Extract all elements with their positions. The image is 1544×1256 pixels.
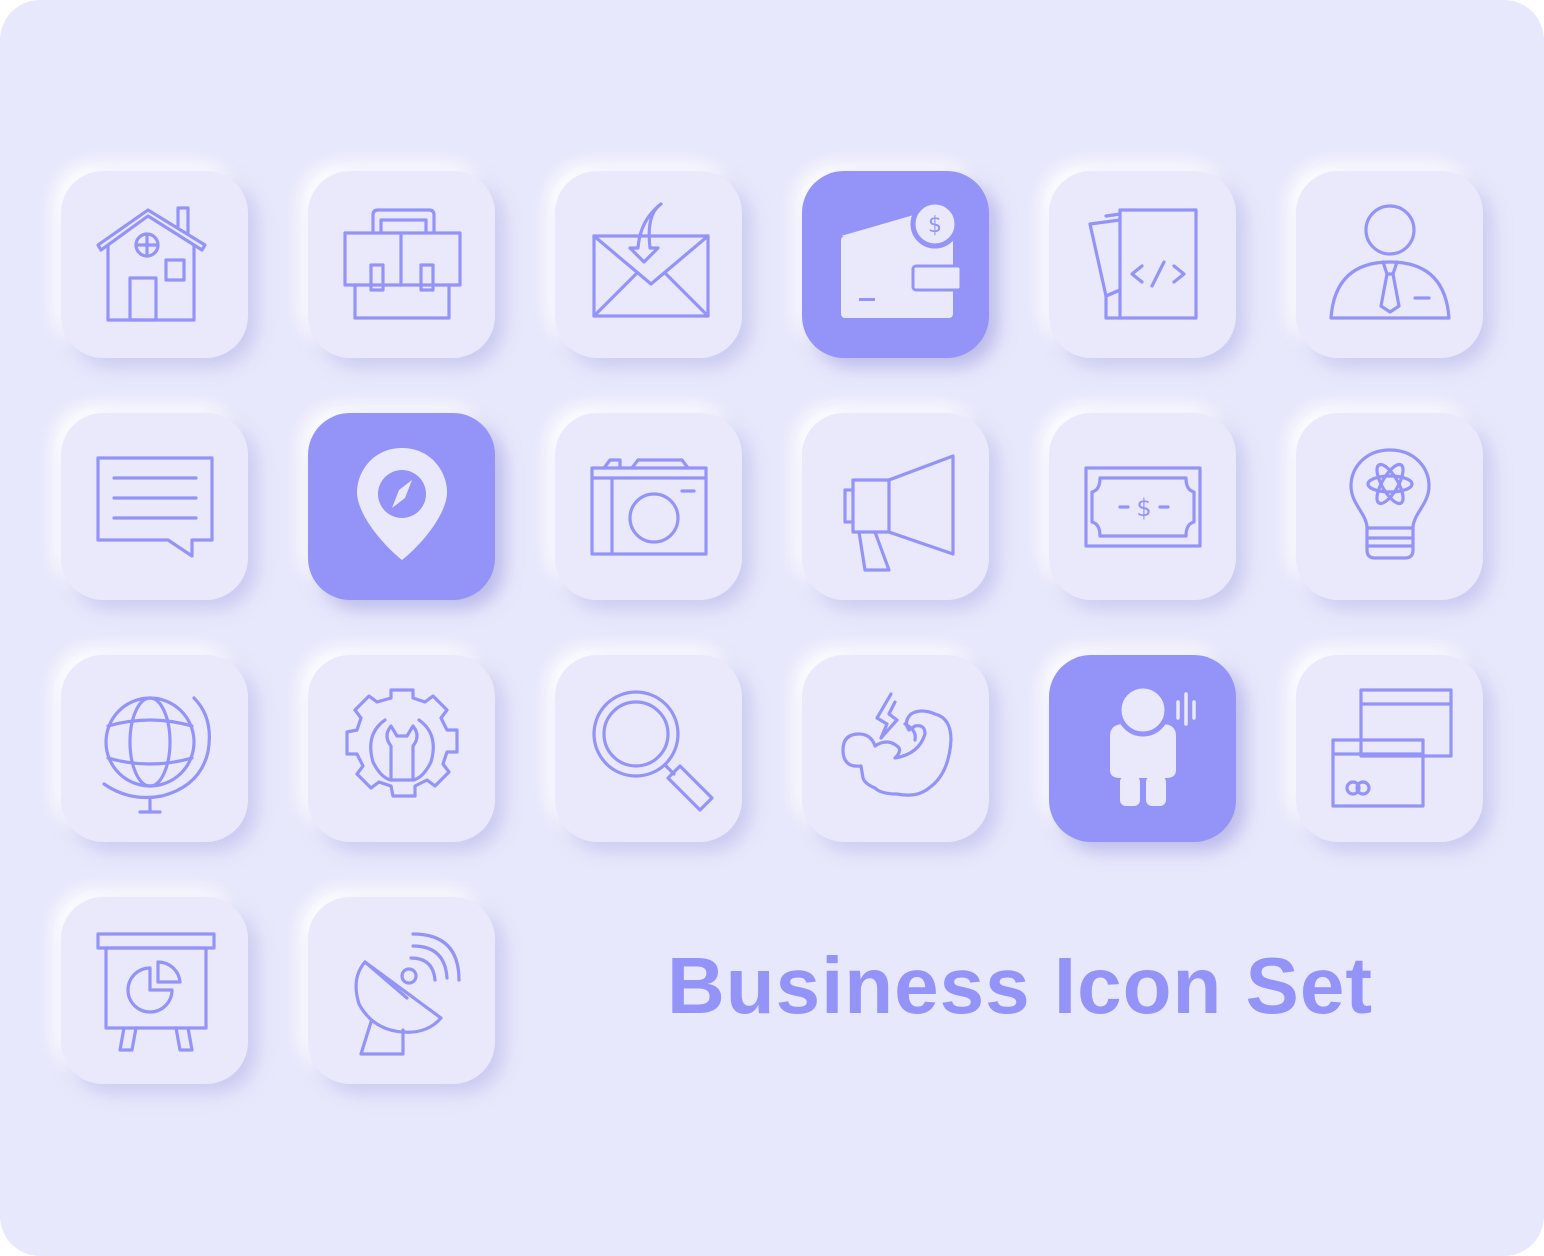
house-icon	[95, 205, 207, 322]
strength-arm-icon	[840, 691, 953, 797]
tile-presentation-board[interactable]	[61, 897, 248, 1084]
tile-chat[interactable]	[61, 413, 248, 600]
tile-globe[interactable]	[61, 655, 248, 842]
location-compass-pin-icon	[356, 447, 447, 560]
tile-briefcase[interactable]	[308, 171, 495, 358]
credit-cards-icon	[1330, 687, 1453, 808]
chat-message-icon	[95, 455, 214, 558]
tile-wallet[interactable]: $	[802, 171, 989, 358]
speaking-person-icon	[1109, 683, 1196, 806]
incoming-mail-icon	[591, 201, 710, 318]
briefcase-icon	[342, 207, 462, 320]
tile-camera[interactable]	[555, 413, 742, 600]
tile-speaking-person[interactable]	[1049, 655, 1236, 842]
tile-magnifier[interactable]	[555, 655, 742, 842]
camera-icon	[589, 457, 708, 556]
code-document-icon	[1087, 207, 1198, 320]
globe-icon	[101, 695, 211, 814]
gear-wrench-icon	[344, 687, 459, 798]
tile-banknote[interactable]: $	[1049, 413, 1236, 600]
tile-location-compass[interactable]	[308, 413, 495, 600]
presentation-board-icon	[95, 931, 216, 1052]
icon-set-panel: $ $ Business Icon Set	[0, 0, 1544, 1256]
tile-incoming-mail[interactable]	[555, 171, 742, 358]
businessman-icon	[1328, 203, 1451, 320]
svg-text:$: $	[1136, 494, 1151, 522]
tile-credit-cards[interactable]	[1296, 655, 1483, 842]
idea-bulb-atom-icon	[1348, 447, 1431, 560]
tile-strength-arm[interactable]	[802, 655, 989, 842]
tile-satellite-dish[interactable]	[308, 897, 495, 1084]
tile-businessman[interactable]	[1296, 171, 1483, 358]
tile-code-document[interactable]	[1049, 171, 1236, 358]
tile-house[interactable]	[61, 171, 248, 358]
svg-text:$: $	[928, 213, 942, 238]
magnifier-icon	[591, 689, 714, 812]
wallet-dollar-icon: $	[840, 199, 961, 318]
banknote-icon: $	[1083, 465, 1202, 548]
tile-megaphone[interactable]	[802, 413, 989, 600]
megaphone-icon	[842, 453, 955, 572]
page-title: Business Icon Set	[666, 941, 1374, 1030]
tile-gear-wrench[interactable]	[308, 655, 495, 842]
tile-idea-bulb[interactable]	[1296, 413, 1483, 600]
satellite-dish-icon	[353, 931, 461, 1056]
